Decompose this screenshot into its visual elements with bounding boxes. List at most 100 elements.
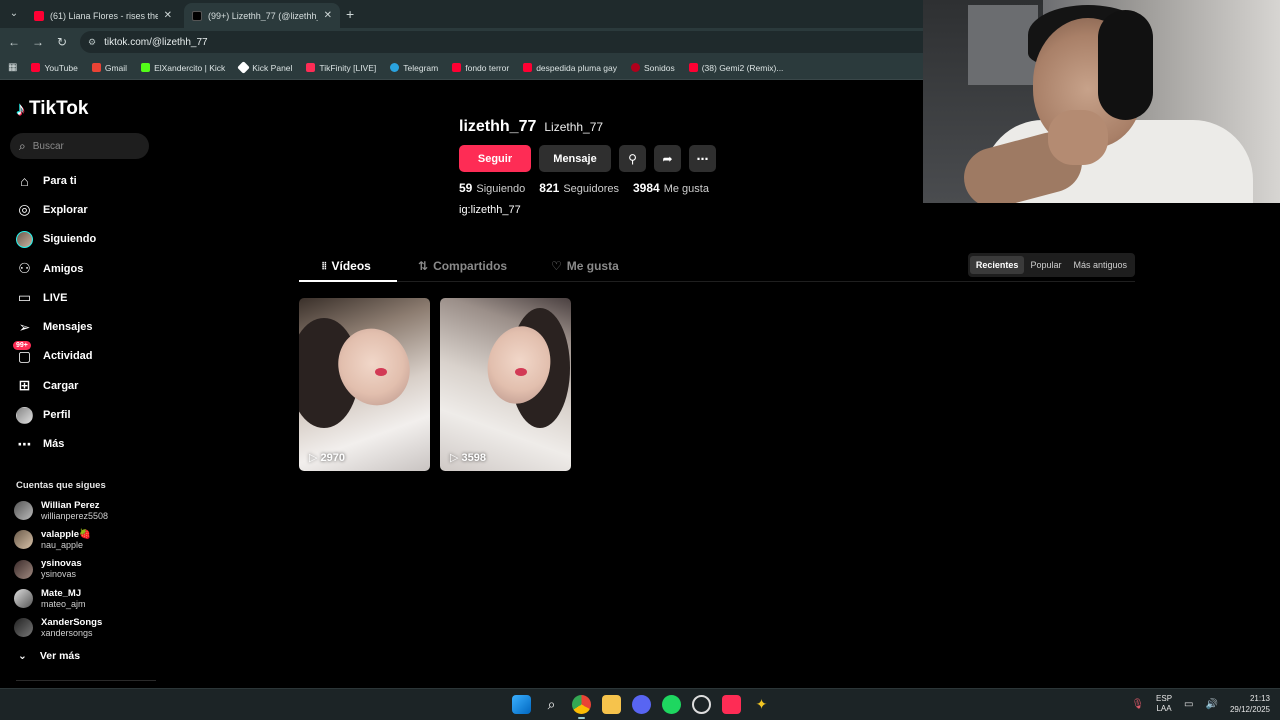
site-info-icon[interactable]: ⚙: [88, 37, 96, 48]
bookmark-despedida[interactable]: despedida pluma gay: [523, 63, 617, 73]
video-grid: ▷ 2970 ▷ 3598: [299, 298, 571, 471]
browser-tab-youtube[interactable]: (61) Liana Flores - rises the moo ✕: [26, 3, 180, 28]
sidebar-item-mensajes[interactable]: ➢ Mensajes: [0, 312, 160, 341]
youtube-icon: [452, 63, 462, 72]
video-card[interactable]: ▷ 2970: [299, 298, 430, 471]
youtube-icon: [34, 10, 44, 21]
sidebar-item-label: Perfil: [43, 409, 71, 422]
list-item[interactable]: XanderSongs xandersongs: [14, 613, 154, 642]
apps-icon[interactable]: ▦: [8, 62, 17, 73]
browser-tab-tiktok[interactable]: (99+) Lizethh_77 (@lizethh_77) | T ✕: [184, 3, 340, 28]
bookmark-kick[interactable]: ElXandercito | Kick: [141, 63, 225, 73]
bookmark-fondo-terror[interactable]: fondo terror: [452, 63, 509, 73]
profile-username: lizethh_77: [459, 118, 537, 135]
address-bar[interactable]: ⚙ tiktok.com/@lizethh_77: [80, 31, 940, 53]
file-explorer-icon[interactable]: [602, 695, 621, 714]
new-tab-button[interactable]: +: [346, 6, 354, 22]
stat-likes: 3984 Me gusta: [633, 181, 709, 195]
discord-icon[interactable]: [632, 695, 651, 714]
tab-me-gusta[interactable]: ♡ Me gusta: [551, 259, 619, 273]
bookmark-label: (38) Gemi2 (Remix)...: [701, 62, 784, 73]
list-item[interactable]: Willian Perez willianperez5508: [14, 496, 154, 525]
youtube-icon: [688, 63, 698, 72]
bookmark-label: YouTube: [44, 62, 78, 73]
search-icon[interactable]: ⌕: [542, 695, 561, 714]
forward-button[interactable]: →: [30, 34, 46, 50]
list-item[interactable]: ysinovas ysinovas: [14, 555, 154, 584]
sidebar-item-siguiendo[interactable]: Siguiendo: [0, 225, 160, 254]
tab-label: Me gusta: [566, 259, 619, 273]
bookmark-telegram[interactable]: Telegram: [390, 63, 438, 73]
message-button[interactable]: Mensaje: [539, 145, 611, 172]
tiktok-logo[interactable]: ♪ TikTok: [16, 98, 88, 120]
sidebar-item-explorar[interactable]: ◎ Explorar: [0, 195, 160, 224]
sort-popular[interactable]: Popular: [1024, 256, 1067, 274]
volume-icon[interactable]: 🔊: [1206, 699, 1218, 710]
sidebar-item-para-ti[interactable]: ⌂ Para ti: [0, 166, 160, 195]
bookmark-label: TikFinity [LIVE]: [319, 62, 377, 73]
search-input[interactable]: ⌕ Buscar: [10, 133, 149, 159]
video-card[interactable]: ▷ 3598: [440, 298, 571, 471]
home-icon: ⌂: [20, 172, 29, 189]
clock[interactable]: 21:13 29/12/2025: [1230, 693, 1270, 715]
sidebar-item-mas[interactable]: ⋯ Más: [0, 430, 160, 459]
profile-tabs: ⦙⦙ Vídeos ⇅ Compartidos ♡ Me gusta Recie…: [299, 253, 1135, 282]
avatar: [16, 406, 33, 424]
reload-button[interactable]: ↻: [54, 34, 70, 50]
active-tab-indicator: [299, 280, 397, 282]
back-button[interactable]: ←: [6, 34, 22, 50]
compass-icon: ◎: [18, 201, 31, 218]
language-indicator[interactable]: ESP LAA: [1156, 694, 1172, 714]
sidebar-nav: ⌂ Para ti ◎ Explorar Siguiendo ⚇ Amigos …: [0, 166, 160, 459]
profile-nickname: Lizethh_77: [544, 120, 604, 134]
obs-icon[interactable]: [692, 695, 711, 714]
bookmark-gmail[interactable]: Gmail: [91, 63, 127, 73]
app-star-icon[interactable]: ✦: [752, 695, 771, 714]
tab-compartidos[interactable]: ⇅ Compartidos: [418, 259, 507, 273]
account-handle: willianperez5508: [41, 510, 109, 521]
windows-start-icon[interactable]: [512, 695, 531, 714]
bookmark-gemi2[interactable]: (38) Gemi2 (Remix)...: [688, 62, 784, 73]
bookmark-label: Sonidos: [644, 62, 675, 73]
bookmark-tikfinity[interactable]: TikFinity [LIVE]: [306, 63, 376, 73]
activity-icon: ▢ 99+: [13, 340, 33, 365]
messages-icon: ➢: [18, 318, 31, 335]
sort-mas-antiguos[interactable]: Más antiguos: [1067, 256, 1133, 274]
list-item[interactable]: valapple🍓 nau_apple: [14, 525, 154, 554]
sidebar-item-perfil[interactable]: Perfil: [0, 400, 160, 429]
thumbnail-lips: [515, 368, 527, 376]
sidebar-item-actividad[interactable]: ▢ 99+ Actividad: [0, 340, 160, 371]
stat-following[interactable]: 59 Siguiendo: [459, 181, 525, 195]
tiktok-live-studio-icon[interactable]: [722, 695, 741, 714]
stat-label: Me gusta: [663, 183, 709, 195]
more-options-button[interactable]: ⋯: [689, 145, 716, 172]
tab-search-button[interactable]: ⌄: [6, 5, 22, 21]
sidebar-item-cargar[interactable]: ⊞ Cargar: [0, 371, 160, 400]
tab-videos[interactable]: ⦙⦙ Vídeos: [322, 259, 371, 273]
chrome-icon[interactable]: [572, 695, 591, 719]
spotify-icon[interactable]: [662, 695, 681, 714]
see-more-button[interactable]: ⌄ Ver más: [18, 650, 80, 662]
list-item[interactable]: Mate_MJ mateo_ajm: [14, 584, 154, 613]
network-icon[interactable]: ▭: [1184, 699, 1193, 710]
close-icon[interactable]: ✕: [324, 10, 332, 21]
sidebar-item-label: Mensajes: [43, 321, 93, 334]
bookmark-kick-panel[interactable]: Kick Panel: [237, 61, 292, 74]
sidebar-item-live[interactable]: ▭ LIVE: [0, 283, 160, 312]
bookmark-label: Telegram: [403, 62, 439, 73]
microphone-icon[interactable]: 🎙: [1131, 699, 1144, 710]
webcam-person-hand: [1048, 110, 1108, 165]
view-count-value: 2970: [320, 451, 345, 464]
share-button[interactable]: ➦: [654, 145, 681, 172]
stat-followers[interactable]: 821 Seguidores: [539, 181, 619, 195]
account-handle: ysinovas: [41, 569, 77, 580]
stat-label: Seguidores: [563, 183, 619, 195]
bookmark-youtube[interactable]: YouTube: [31, 62, 78, 73]
bookmark-sonidos[interactable]: Sonidos: [631, 63, 675, 73]
close-icon[interactable]: ✕: [164, 10, 172, 21]
sort-segmented-control: Recientes Popular Más antiguos: [967, 253, 1135, 277]
add-friend-button[interactable]: ⚲: [619, 145, 646, 172]
follow-button[interactable]: Seguir: [459, 145, 531, 172]
sidebar-item-amigos[interactable]: ⚇ Amigos: [0, 254, 160, 283]
sort-recientes[interactable]: Recientes: [969, 256, 1025, 274]
